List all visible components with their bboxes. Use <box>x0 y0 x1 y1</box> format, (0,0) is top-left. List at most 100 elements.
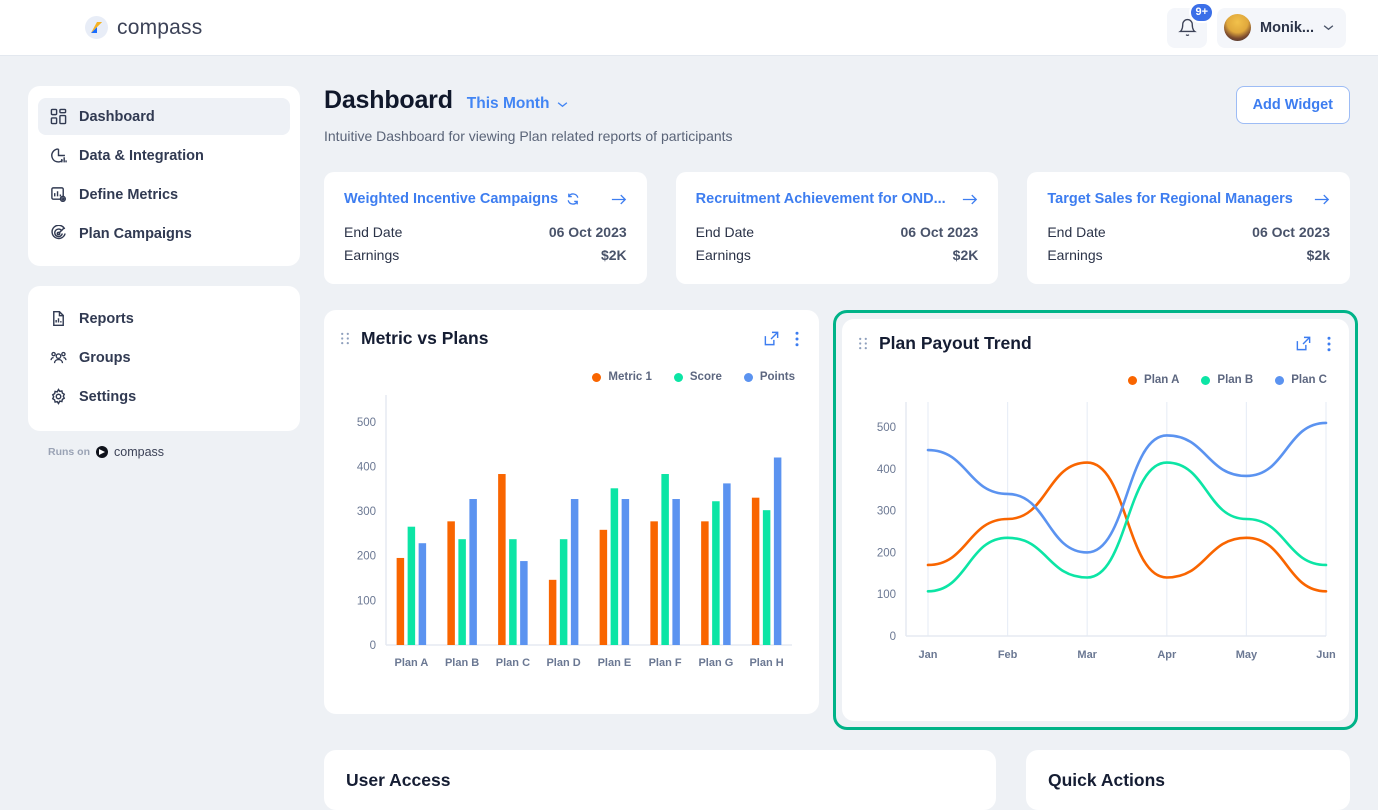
refresh-icon[interactable] <box>566 192 580 206</box>
widget-plan-payout-trend-selection[interactable]: Plan Payout Trend <box>833 310 1358 730</box>
kpi-card[interactable]: Recruitment Achievement for OND... End D… <box>676 172 999 284</box>
sidebar-item-settings[interactable]: Settings <box>38 378 290 415</box>
sidebar-primary-group: Dashboard Data & Integration Define Metr… <box>28 86 300 266</box>
legend-swatch <box>592 373 601 382</box>
widget-title: Metric vs Plans <box>361 328 488 349</box>
expand-icon <box>1295 335 1312 352</box>
line-chart[interactable]: 0100200300400500JanFebMarAprMayJun <box>858 392 1336 672</box>
svg-text:500: 500 <box>877 422 896 434</box>
arrow-right-icon <box>611 193 627 206</box>
brand-name: compass <box>117 16 202 40</box>
legend-label: Plan B <box>1217 374 1253 386</box>
svg-text:200: 200 <box>357 551 376 563</box>
chevron-down-icon <box>557 101 568 108</box>
svg-text:400: 400 <box>877 464 896 476</box>
add-widget-button[interactable]: Add Widget <box>1236 86 1350 124</box>
drag-handle-icon[interactable] <box>340 332 350 345</box>
widget-title: Quick Actions <box>1048 770 1165 790</box>
svg-text:Plan C: Plan C <box>496 657 530 669</box>
sidebar-item-data-integration[interactable]: Data & Integration <box>38 137 290 174</box>
avatar <box>1224 14 1251 41</box>
legend-swatch <box>1275 376 1284 385</box>
chevron-down-icon <box>1323 24 1334 31</box>
kpi-open-button[interactable] <box>962 193 978 206</box>
legend-swatch <box>1201 376 1210 385</box>
user-menu[interactable]: Monik... <box>1217 8 1346 48</box>
sidebar-item-dashboard[interactable]: Dashboard <box>38 98 290 135</box>
sidebar-item-label: Dashboard <box>79 109 155 125</box>
kpi-open-button[interactable] <box>1314 193 1330 206</box>
widget-title: User Access <box>346 770 450 790</box>
legend-item[interactable]: Points <box>744 371 795 383</box>
kpi-title: Weighted Incentive Campaigns <box>344 191 558 207</box>
widget-menu-button[interactable] <box>795 331 799 347</box>
sidebar-item-label: Plan Campaigns <box>79 226 192 242</box>
kpi-open-button[interactable] <box>611 193 627 206</box>
legend-item[interactable]: Plan B <box>1201 374 1253 386</box>
widget-menu-button[interactable] <box>1327 336 1331 352</box>
kpi-title: Target Sales for Regional Managers <box>1047 191 1293 207</box>
svg-text:May: May <box>1236 649 1258 661</box>
brand-logo[interactable]: compass <box>85 16 202 40</box>
expand-button[interactable] <box>1295 335 1312 352</box>
svg-text:300: 300 <box>877 506 896 518</box>
bar-chart[interactable]: 0100200300400500Plan APlan BPlan CPlan D… <box>340 387 800 677</box>
kpi-row-key: End Date <box>344 224 402 240</box>
main-content: Dashboard This Month Intuitive Dashboard… <box>324 86 1350 730</box>
svg-text:100: 100 <box>357 595 376 607</box>
kpi-row-value: $2k <box>1307 247 1330 263</box>
svg-text:0: 0 <box>890 631 896 643</box>
kpi-row-key: Earnings <box>696 247 751 263</box>
svg-text:Plan D: Plan D <box>546 657 580 669</box>
page-subtitle: Intuitive Dashboard for viewing Plan rel… <box>324 128 733 144</box>
sidebar-item-reports[interactable]: Reports <box>38 300 290 337</box>
kpi-row-key: Earnings <box>1047 247 1102 263</box>
kpi-card[interactable]: Weighted Incentive Campaigns End Date 06… <box>324 172 647 284</box>
sidebar-item-groups[interactable]: Groups <box>38 339 290 376</box>
kpi-row-key: End Date <box>1047 224 1105 240</box>
svg-text:Plan H: Plan H <box>749 657 783 669</box>
period-selector[interactable]: This Month <box>467 95 569 113</box>
svg-text:Feb: Feb <box>998 649 1018 661</box>
svg-text:200: 200 <box>877 547 896 559</box>
legend-label: Score <box>690 371 722 383</box>
legend-item[interactable]: Score <box>674 371 722 383</box>
legend-item[interactable]: Plan C <box>1275 374 1327 386</box>
widget-quick-actions[interactable]: Quick Actions <box>1026 750 1350 810</box>
kpi-card-row: Weighted Incentive Campaigns End Date 06… <box>324 172 1350 284</box>
kpi-row-value: 06 Oct 2023 <box>549 224 627 240</box>
legend-swatch <box>674 373 683 382</box>
sidebar-item-label: Groups <box>79 350 131 366</box>
top-bar: compass 9+ Monik... <box>0 0 1378 56</box>
report-document-icon <box>50 310 67 327</box>
kpi-row-key: Earnings <box>344 247 399 263</box>
sidebar-item-label: Settings <box>79 389 136 405</box>
expand-icon <box>763 330 780 347</box>
drag-handle-icon[interactable] <box>858 337 868 350</box>
svg-text:400: 400 <box>357 461 376 473</box>
legend-swatch <box>744 373 753 382</box>
pie-chart-icon <box>50 147 67 164</box>
widget-metric-vs-plans: Metric vs Plans Metric 1 <box>324 310 819 714</box>
legend-label: Points <box>760 371 795 383</box>
svg-text:Jun: Jun <box>1316 649 1336 661</box>
svg-text:Plan G: Plan G <box>698 657 733 669</box>
notifications-button[interactable]: 9+ <box>1167 8 1207 48</box>
sidebar-item-define-metrics[interactable]: Define Metrics <box>38 176 290 213</box>
widget-user-access[interactable]: User Access <box>324 750 996 810</box>
svg-text:Mar: Mar <box>1077 649 1097 661</box>
sidebar-item-plan-campaigns[interactable]: Plan Campaigns <box>38 215 290 252</box>
kpi-card[interactable]: Target Sales for Regional Managers End D… <box>1027 172 1350 284</box>
target-icon <box>50 225 67 242</box>
user-name: Monik... <box>1260 20 1314 36</box>
arrow-right-icon <box>1314 193 1330 206</box>
svg-text:Plan F: Plan F <box>649 657 682 669</box>
legend-label: Plan C <box>1291 374 1327 386</box>
legend-item[interactable]: Metric 1 <box>592 371 651 383</box>
expand-button[interactable] <box>763 330 780 347</box>
compass-arrow-icon <box>85 16 108 39</box>
legend-label: Metric 1 <box>608 371 651 383</box>
kpi-title: Recruitment Achievement for OND... <box>696 191 946 207</box>
legend-item[interactable]: Plan A <box>1128 374 1179 386</box>
more-vertical-icon <box>795 331 799 347</box>
